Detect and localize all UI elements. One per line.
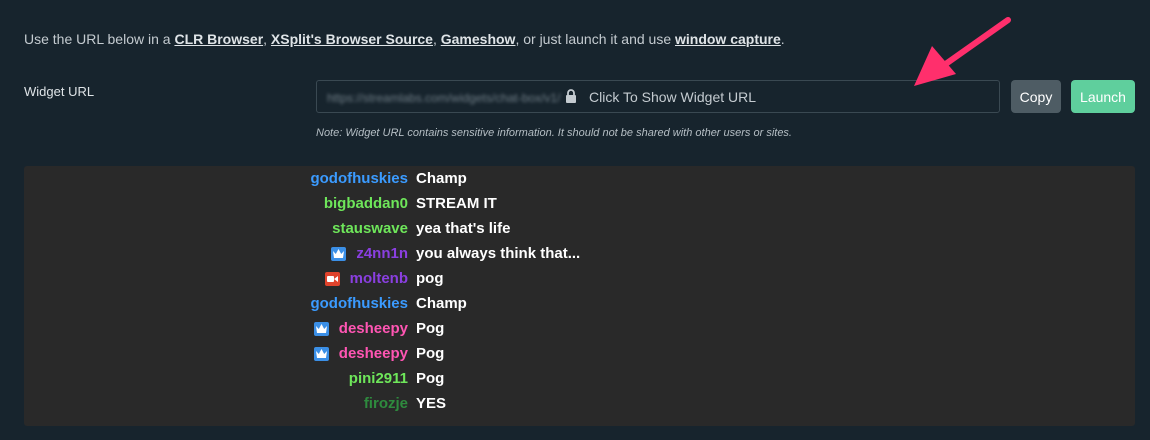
chat-message: stauswave yea that's life [24,220,1135,240]
chat-user: firozje [364,395,408,412]
intro-middle: , or just launch it and use [515,31,675,47]
chat-username: pini2911 [348,370,408,387]
pointer-arrow-icon [914,17,1011,86]
chat-message: pini2911 Pog [24,370,1135,390]
video-icon [324,271,340,286]
gameshow-link[interactable]: Gameshow [441,31,516,47]
chat-username: desheepy [338,320,408,337]
chat-message: moltenb pog [24,270,1135,290]
chat-message-text: Pog [416,370,445,387]
chat-message: godofhuskies Champ [24,295,1135,315]
chat-username: bigbaddan0 [323,195,408,212]
crown-icon [313,321,329,336]
chat-user: bigbaddan0 [324,195,408,212]
chat-message: desheepy Pog [24,345,1135,365]
chat-message-text: Pog [416,345,445,362]
crown-icon [331,246,347,261]
chat-message-text: pog [416,270,444,287]
crown-icon [313,346,329,361]
intro-suffix: . [780,31,785,47]
chat-message-text: Pog [416,320,445,337]
chat-message-text: yea that's life [416,220,511,237]
chat-message-text: STREAM IT [416,195,497,212]
xsplit-link[interactable]: XSplit's Browser Source [271,31,433,47]
chat-username: firozje [363,395,408,412]
chat-message: desheepy Pog [24,320,1135,340]
instructions-text: Use the URL below in a CLR Browser, XSpl… [24,31,785,47]
chat-message-text: Champ [416,170,467,187]
chat-user: desheepy [313,320,408,337]
chat-message-text: YES [416,395,447,412]
show-url-label: Click To Show Widget URL [589,89,757,105]
chat-username: godofhuskies [310,170,408,187]
chat-message: firozje YES [24,395,1135,415]
show-url-prompt[interactable]: Click To Show Widget URL [565,89,756,105]
chat-username: stauswave [332,220,408,237]
chat-username: z4nn1n [356,245,408,262]
chat-user: godofhuskies [310,170,408,187]
intro-prefix: Use the URL below in a [24,31,175,47]
blurred-url-text: https://streamlabs.com/widgets/chat-box/… [327,91,561,105]
intro-separator: , [432,31,441,47]
chat-username: desheepy [338,345,408,362]
chat-message: godofhuskies Champ [24,170,1135,190]
chat-username: godofhuskies [310,295,408,312]
widget-url-label: Widget URL [24,84,95,99]
chat-message: z4nn1n you always think that... [24,245,1135,265]
chat-message-text: Champ [416,295,467,312]
chat-user: stauswave [332,220,408,237]
chat-user: godofhuskies [310,295,408,312]
widget-url-field[interactable]: https://streamlabs.com/widgets/chat-box/… [316,80,1000,113]
launch-button[interactable]: Launch [1071,80,1135,113]
chat-preview: godofhuskies Champ bigbaddan0 STREAM IT stau… [24,166,1135,426]
chat-user: desheepy [313,345,408,362]
chat-username: moltenb [349,270,408,287]
window-capture-link[interactable]: window capture [675,31,781,47]
sensitive-info-note: Note: Widget URL contains sensitive info… [316,127,792,139]
chat-message: bigbaddan0 STREAM IT [24,195,1135,215]
chat-user: moltenb [324,270,408,287]
clr-browser-link[interactable]: CLR Browser [174,31,263,47]
lock-icon [565,89,579,105]
chat-user: pini2911 [349,370,408,387]
chat-user: z4nn1n [331,245,408,262]
intro-separator: , [263,31,271,47]
chat-message-text: you always think that... [416,245,581,262]
